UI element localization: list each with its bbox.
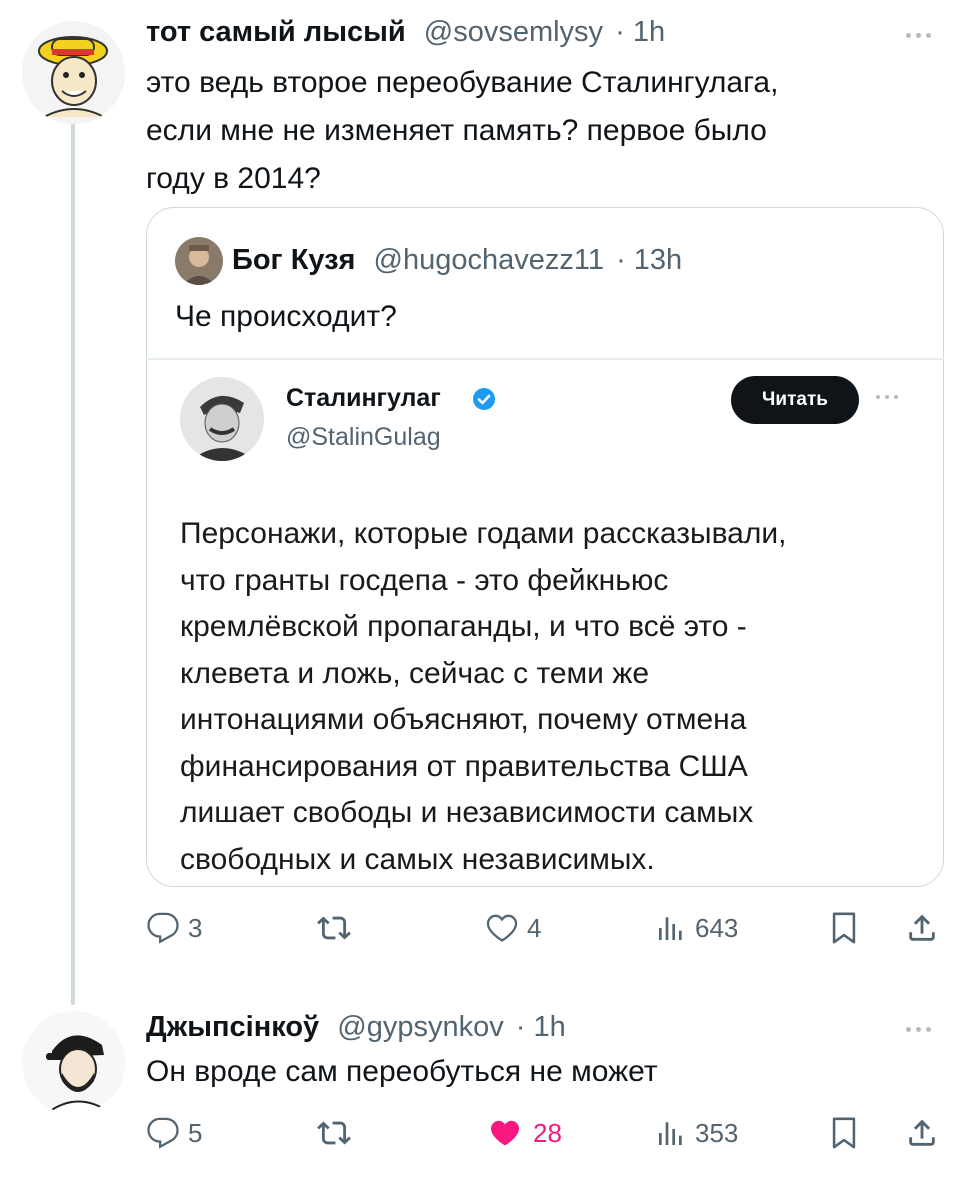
tweet1-display-name[interactable]: тот самый лысый bbox=[146, 16, 406, 48]
bookmark-icon bbox=[832, 1117, 856, 1149]
tweet2-reply-count: 5 bbox=[188, 1117, 203, 1148]
quote-time[interactable]: · 13h bbox=[616, 244, 682, 276]
tweet2-reply-button[interactable]: 5 bbox=[146, 1116, 202, 1150]
quote-display-name[interactable]: Бог Кузя bbox=[232, 244, 355, 276]
tweet1-text: это ведь второе переобувание Сталингулаг… bbox=[146, 59, 926, 203]
bookmark-icon bbox=[832, 912, 856, 944]
thread-line bbox=[71, 120, 75, 1005]
tweet1-reply-count: 3 bbox=[188, 912, 203, 943]
tweet1-views-button[interactable]: 643 bbox=[655, 911, 738, 945]
tweet1-more-icon[interactable] bbox=[906, 33, 931, 38]
tweet2-bookmark-button[interactable] bbox=[829, 1116, 859, 1150]
tweet1-time[interactable]: · 1h bbox=[615, 16, 665, 48]
embed-text-line: финансирования от правительства США bbox=[180, 749, 748, 783]
tweet2-views-button[interactable]: 353 bbox=[655, 1116, 738, 1150]
tweet1-bookmark-button[interactable] bbox=[829, 911, 859, 945]
embed-text-line: свободных и самых независимых. bbox=[180, 842, 655, 876]
portrait-avatar-icon bbox=[180, 377, 264, 461]
embed-display-name: Сталингулаг bbox=[286, 384, 441, 412]
views-chart-icon bbox=[659, 917, 682, 940]
repost-icon bbox=[317, 1121, 351, 1145]
verified-badge-icon bbox=[472, 387, 496, 411]
embed-text-line: клевета и ложь, сейчас с теми же bbox=[180, 656, 649, 690]
tweet1-text-line: это ведь второе переобувание Сталингулаг… bbox=[146, 66, 779, 99]
tweet1-views-count: 643 bbox=[695, 912, 739, 943]
reply-icon bbox=[147, 1117, 179, 1149]
tweet2-more-icon[interactable] bbox=[906, 1027, 931, 1032]
tweet1-text-line: году в 2014? bbox=[146, 162, 321, 195]
tweet2-handle[interactable]: @gypsynkov bbox=[337, 1011, 503, 1043]
embed-text: Персонажи, которые годами рассказывали, … bbox=[180, 511, 920, 883]
repost-icon bbox=[317, 916, 351, 940]
reply-icon bbox=[147, 912, 179, 944]
bearded-man-cap-avatar-icon bbox=[22, 1011, 125, 1114]
quote-header: Бог Кузя @hugochavezz11 · 13h bbox=[232, 244, 682, 277]
tweet1-handle[interactable]: @sovsemlysy bbox=[424, 16, 603, 48]
tweet2-like-count: 28 bbox=[533, 1117, 562, 1148]
share-icon bbox=[909, 1119, 935, 1146]
embed-text-line: кремлёвской пропаганды, и что всё это - bbox=[180, 610, 747, 643]
tweet2-share-button[interactable] bbox=[905, 1116, 939, 1150]
heart-icon bbox=[486, 914, 518, 942]
share-icon bbox=[909, 914, 935, 941]
person-photo-avatar-icon bbox=[175, 237, 223, 285]
embed-follow-button: Читать bbox=[731, 376, 859, 424]
tweet1-reply-button[interactable]: 3 bbox=[146, 911, 202, 945]
embed-more-icon bbox=[876, 395, 898, 399]
quote-text: Че происходит? bbox=[175, 300, 397, 333]
tweet1-avatar[interactable] bbox=[22, 21, 125, 124]
tweet2-views-count: 353 bbox=[695, 1117, 739, 1148]
quote-handle[interactable]: @hugochavezz11 bbox=[374, 244, 604, 276]
tweet1-like-count: 4 bbox=[527, 912, 542, 943]
embed-text-line: интонациями объясняют, почему отмена bbox=[180, 703, 747, 736]
tweet2-repost-button[interactable] bbox=[316, 1116, 360, 1150]
embed-text-line: что гранты госдепа - это фейкньюс bbox=[180, 563, 669, 597]
tweet1-share-button[interactable] bbox=[905, 911, 939, 945]
tweet2-like-button[interactable]: 28 bbox=[485, 1116, 562, 1150]
tweet2-avatar[interactable] bbox=[22, 1011, 125, 1114]
tweet1-like-button[interactable]: 4 bbox=[485, 911, 541, 945]
tweet2-header: Джыпсінкоў @gypsynkov · 1h bbox=[146, 1011, 566, 1044]
tweet2-time[interactable]: · 1h bbox=[516, 1011, 566, 1043]
views-chart-icon bbox=[659, 1122, 682, 1145]
heart-filled-icon bbox=[490, 1120, 520, 1146]
embed-handle: @StalinGulag bbox=[286, 423, 441, 451]
tweet1-text-line: если мне не изменяет память? первое было bbox=[146, 114, 767, 147]
embed-avatar bbox=[180, 377, 264, 461]
quote-avatar[interactable] bbox=[175, 237, 223, 285]
tweet2-display-name[interactable]: Джыпсінкоў bbox=[146, 1011, 319, 1043]
embed-text-line: Персонажи, которые годами рассказывали, bbox=[180, 517, 787, 550]
cartoon-straw-hat-avatar-icon bbox=[22, 21, 125, 124]
tweet1-repost-button[interactable] bbox=[316, 911, 360, 945]
quote-divider bbox=[146, 358, 944, 360]
tweet2-text: Он вроде сам переобуться не может bbox=[146, 1055, 658, 1088]
embed-text-line: лишает свободы и независимости самых bbox=[180, 796, 754, 829]
tweet1-header: тот самый лысый @sovsemlysy · 1h bbox=[146, 16, 665, 49]
